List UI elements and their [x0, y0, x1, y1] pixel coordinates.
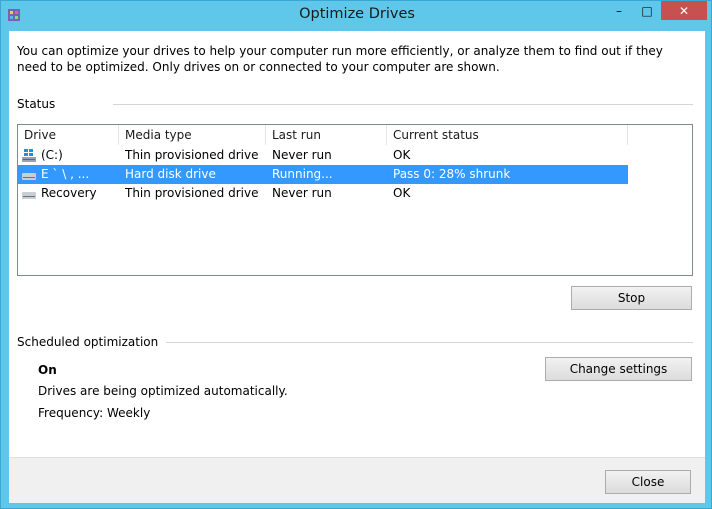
drive-name: (C:) [41, 148, 63, 162]
media-type: Thin provisioned drive [125, 186, 259, 200]
dialog-footer: Close [9, 457, 705, 503]
hard-disk-icon [22, 173, 36, 180]
client-area: You can optimize your drives to help you… [9, 31, 705, 457]
schedule-frequency: Frequency: Weekly [38, 406, 151, 420]
current-status: OK [393, 148, 411, 162]
column-header-last-run[interactable]: Last run [266, 125, 387, 145]
schedule-description: Drives are being optimized automatically… [38, 384, 288, 398]
maximize-icon: □ [641, 3, 653, 18]
last-run: Running... [272, 167, 333, 181]
drive-name: Recovery [41, 186, 97, 200]
column-header-media-type[interactable]: Media type [119, 125, 266, 145]
optimize-drives-window: Optimize Drives – □ ✕ You can optimize y… [0, 0, 712, 509]
last-run: Never run [272, 148, 332, 162]
drive-name: E ` \ , ... [41, 167, 90, 181]
scheduled-section-label: Scheduled optimization [17, 335, 159, 349]
column-header-current-status[interactable]: Current status [387, 125, 628, 145]
intro-text: You can optimize your drives to help you… [17, 44, 663, 74]
drives-list-header: Drive Media type Last run Current status [18, 125, 692, 145]
status-section-label: Status [17, 97, 56, 111]
current-status: Pass 0: 28% shrunk [393, 167, 511, 181]
media-type: Hard disk drive [125, 167, 216, 181]
media-type: Thin provisioned drive [125, 148, 259, 162]
close-window-button[interactable]: ✕ [661, 1, 707, 20]
table-row[interactable]: (C:) Thin provisioned drive Never run OK [18, 146, 628, 165]
title-bar[interactable]: Optimize Drives – □ ✕ [1, 1, 712, 31]
hard-disk-icon [22, 192, 36, 199]
schedule-state: On [38, 363, 57, 377]
windows-drive-icon [22, 149, 36, 162]
close-icon: ✕ [678, 3, 690, 18]
column-header-drive[interactable]: Drive [18, 125, 119, 145]
maximize-button[interactable]: □ [633, 1, 661, 20]
table-row[interactable]: Recovery Thin provisioned drive Never ru… [18, 184, 628, 203]
stop-button[interactable]: Stop [571, 286, 692, 310]
scheduled-divider [166, 342, 693, 343]
table-row-selected[interactable]: E ` \ , ... Hard disk drive Running... P… [18, 165, 628, 184]
last-run: Never run [272, 186, 332, 200]
close-button[interactable]: Close [605, 470, 691, 494]
minimize-icon: – [616, 3, 622, 18]
drives-list[interactable]: Drive Media type Last run Current status… [17, 124, 693, 276]
change-settings-button[interactable]: Change settings [545, 357, 692, 381]
minimize-button[interactable]: – [605, 1, 633, 20]
status-divider [113, 104, 693, 105]
current-status: OK [393, 186, 411, 200]
